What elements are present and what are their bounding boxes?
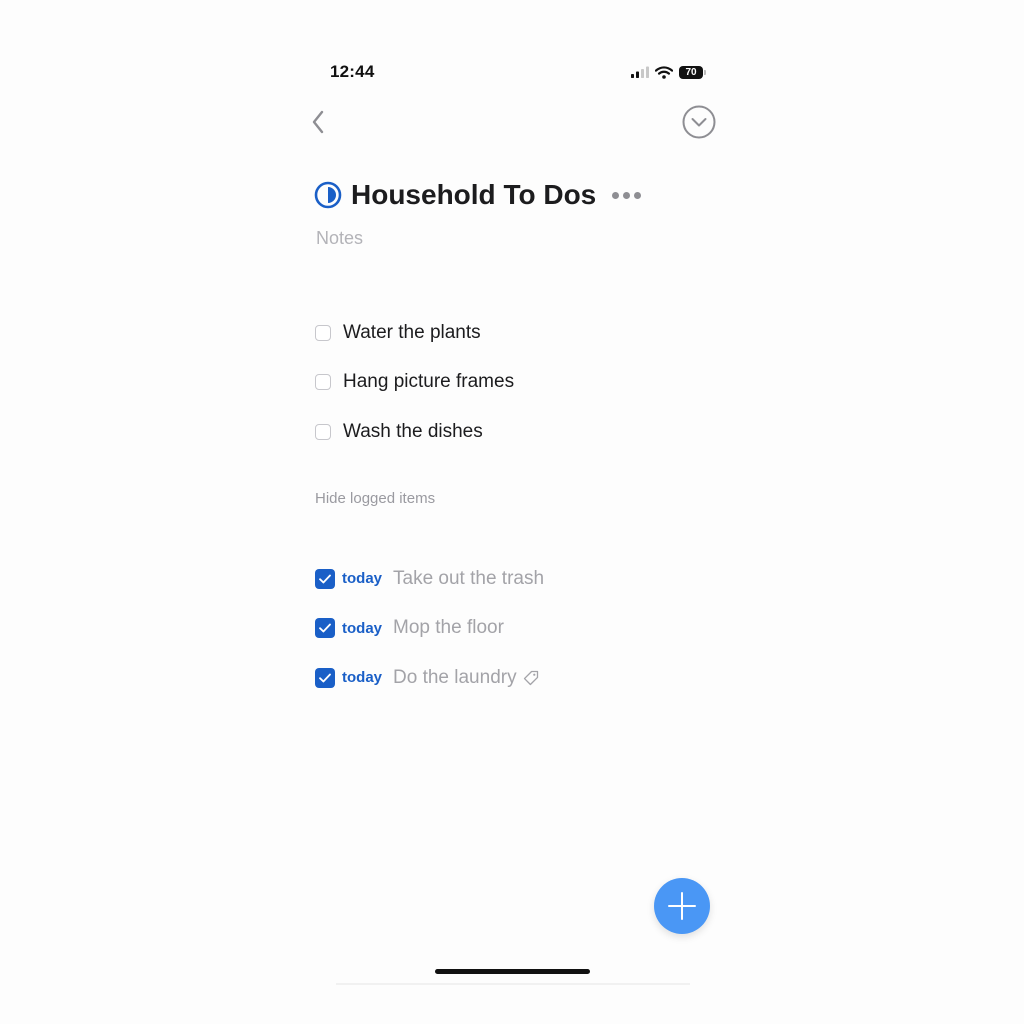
- hide-logged-items-button[interactable]: Hide logged items: [315, 490, 435, 507]
- completed-checkbox[interactable]: [315, 667, 335, 688]
- plus-icon: [668, 892, 696, 920]
- todo-label[interactable]: Hang picture frames: [343, 371, 514, 393]
- completed-checkbox[interactable]: [315, 618, 335, 639]
- ellipsis-icon-dot: [634, 191, 642, 199]
- todo-checkbox[interactable]: [315, 324, 331, 341]
- status-icons: 70: [631, 64, 706, 80]
- ellipsis-icon-dot: [623, 191, 631, 199]
- todo-label[interactable]: Water the plants: [343, 322, 481, 344]
- chevron-left-icon: [312, 110, 324, 134]
- when-badge: today: [342, 570, 383, 588]
- todo-label[interactable]: Wash the dishes: [343, 421, 483, 443]
- battery-indicator: 70: [679, 65, 706, 79]
- notes-field[interactable]: Notes: [316, 228, 363, 249]
- collapse-button[interactable]: [682, 105, 716, 139]
- chevron-down-circle-icon: [682, 105, 716, 139]
- when-badge: today: [342, 619, 383, 637]
- more-options-button[interactable]: [612, 188, 642, 203]
- todo-checkbox[interactable]: [315, 423, 331, 440]
- logged-label[interactable]: Mop the floor: [393, 617, 504, 639]
- todo-checkbox[interactable]: [315, 374, 331, 391]
- back-button[interactable]: [304, 106, 332, 138]
- logged-label[interactable]: Take out the trash: [393, 568, 544, 590]
- home-indicator[interactable]: [435, 969, 590, 974]
- todo-item[interactable]: Wash the dishes: [315, 407, 514, 457]
- todo-list: Water the plants Hang picture frames Was…: [315, 308, 514, 457]
- logged-item[interactable]: today Mop the floor: [315, 604, 544, 654]
- when-badge: today: [342, 669, 383, 687]
- project-header: Household To Dos: [314, 176, 642, 214]
- completed-checkbox[interactable]: [315, 568, 335, 589]
- todo-item[interactable]: Hang picture frames: [315, 358, 514, 408]
- add-todo-button[interactable]: [654, 878, 710, 934]
- logged-label[interactable]: Do the laundry: [393, 667, 517, 689]
- status-time: 12:44: [330, 62, 375, 81]
- page-title[interactable]: Household To Dos: [351, 179, 596, 211]
- project-screen: 12:44 70 Household To Dos Notes Water th…: [0, 0, 1024, 1024]
- logged-item[interactable]: today Take out the trash: [315, 554, 544, 604]
- tag-icon: [523, 670, 538, 685]
- half-filled-circle-icon: [314, 181, 342, 209]
- bottom-divider: [336, 983, 690, 985]
- checkmark-icon: [319, 574, 331, 584]
- checkmark-icon: [319, 623, 331, 633]
- logged-list: today Take out the trash today Mop the f…: [315, 554, 544, 703]
- checkmark-icon: [319, 673, 331, 683]
- wifi-icon: [655, 65, 673, 79]
- logged-item[interactable]: today Do the laundry: [315, 653, 544, 703]
- ellipsis-icon-dot: [612, 191, 620, 199]
- cellular-signal-icon: [631, 66, 649, 78]
- todo-item[interactable]: Water the plants: [315, 308, 514, 358]
